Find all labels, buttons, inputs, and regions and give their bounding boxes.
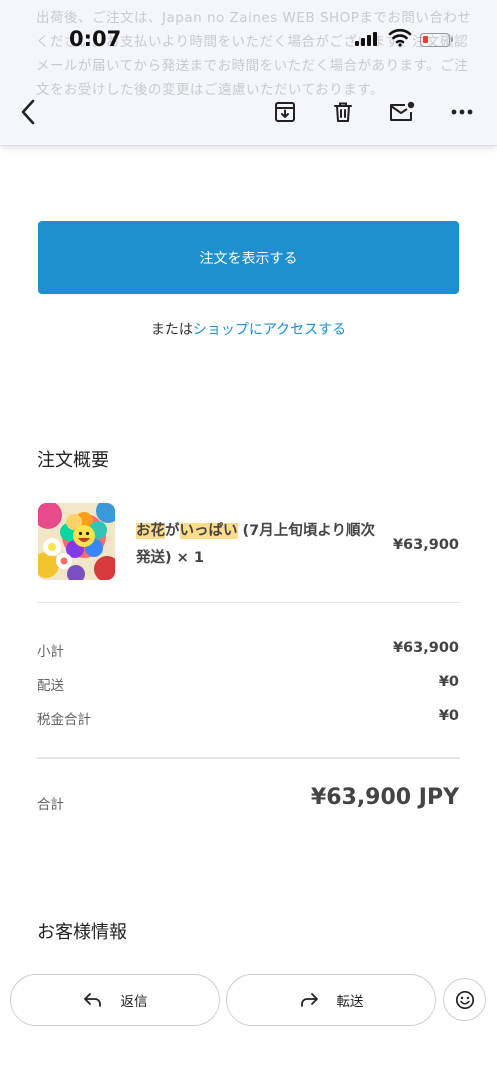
- archive-button[interactable]: [263, 90, 307, 134]
- tax-label: 税金合計: [37, 712, 91, 728]
- email-screen: 出荷後、ご注文は、Japan no Zaines WEB SHOPまでお問い合わ…: [0, 0, 497, 1080]
- top-header: 出荷後、ご注文は、Japan no Zaines WEB SHOPまでお問い合わ…: [0, 0, 497, 146]
- total-value: ¥63,900 JPY: [310, 785, 459, 810]
- view-order-button[interactable]: 注文を表示する: [38, 221, 459, 294]
- mark-unread-button[interactable]: [380, 90, 424, 134]
- trash-icon: [334, 102, 352, 122]
- wifi-icon: [388, 28, 412, 47]
- back-button[interactable]: [6, 90, 50, 134]
- reply-button[interactable]: 返信: [10, 974, 220, 1026]
- battery-icon: [420, 33, 453, 47]
- alt-prefix: または: [150, 322, 193, 338]
- shipping-row: 配送 ¥0: [37, 674, 459, 694]
- product-thumbnail: [38, 503, 115, 580]
- total-label: 合計: [37, 797, 64, 813]
- order-summary-title: 注文概要: [37, 450, 109, 471]
- visit-shop-link[interactable]: ショップにアクセスする: [193, 322, 346, 338]
- product-price: ¥63,900: [392, 537, 459, 553]
- cellular-signal-icon: [355, 32, 377, 46]
- forward-button[interactable]: 転送: [226, 974, 436, 1026]
- mail-unread-icon: [390, 101, 415, 121]
- tax-row: 税金合計 ¥0: [37, 708, 459, 728]
- status-bar: 0:07: [0, 24, 497, 58]
- product-name-part: が: [165, 523, 180, 539]
- divider: [37, 602, 460, 603]
- highlighted-term: いっぱい: [179, 523, 238, 539]
- shipping-value: ¥0: [438, 674, 459, 690]
- emoji-reaction-button[interactable]: [443, 978, 486, 1021]
- shipping-label: 配送: [37, 678, 64, 694]
- forward-label: 転送: [336, 994, 364, 1010]
- reply-icon: [83, 993, 101, 1007]
- archive-icon: [275, 102, 295, 122]
- battery-level: [423, 36, 428, 43]
- customer-info-title: お客様情報: [37, 922, 127, 943]
- chevron-left-icon: [21, 99, 35, 125]
- delete-button[interactable]: [321, 90, 365, 134]
- more-button[interactable]: [440, 90, 484, 134]
- status-time: 0:07: [69, 27, 122, 51]
- email-toolbar: [0, 90, 497, 134]
- product-name: お花がいっぱい (7月上旬頃より順次発送) × 1: [136, 518, 376, 572]
- highlighted-term: お花: [136, 523, 165, 539]
- subtotal-row: 小計 ¥63,900: [37, 640, 459, 660]
- subtotal-value: ¥63,900: [392, 640, 459, 656]
- emoji-smile-icon: [455, 990, 474, 1009]
- reply-label: 返信: [120, 994, 148, 1010]
- divider: [37, 757, 460, 759]
- product-row: お花がいっぱい (7月上旬頃より順次発送) × 1 ¥63,900: [38, 503, 459, 583]
- tax-value: ¥0: [438, 708, 459, 724]
- subtotal-label: 小計: [37, 644, 64, 660]
- shop-access-line: またはショップにアクセスする: [0, 319, 497, 339]
- forward-icon: [300, 993, 318, 1007]
- more-horizontal-icon: [451, 109, 473, 115]
